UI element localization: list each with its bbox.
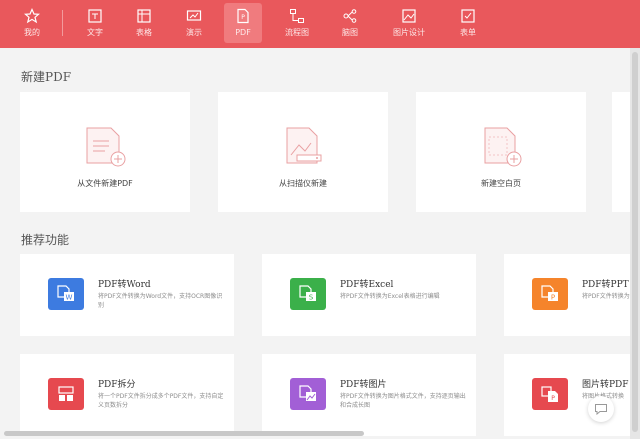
- mindmap-icon: [343, 9, 357, 23]
- section-title-recommend: 推荐功能: [21, 233, 70, 247]
- horizontal-scrollbar[interactable]: [0, 429, 630, 439]
- toolbar-label: 流程图: [285, 28, 309, 37]
- pdf-to-word-icon: W: [48, 278, 84, 310]
- horizontal-scrollbar-thumb[interactable]: [4, 431, 364, 436]
- star-icon: [24, 8, 40, 24]
- feature-title: PDF转Excel: [340, 280, 394, 290]
- pdf-split-icon: [48, 378, 84, 410]
- pdf-to-word-card[interactable]: W PDF转Word 将PDF文件转换为Word文件，支持OCR图像识别: [20, 254, 234, 336]
- toolbar-item-presentation[interactable]: 演示: [174, 3, 214, 43]
- new-card-partial[interactable]: [612, 92, 630, 212]
- toolbar-label: 我的: [24, 28, 40, 37]
- toolbar-item-writer[interactable]: 文字: [75, 3, 115, 43]
- toolbar-item-mine[interactable]: 我的: [12, 3, 52, 43]
- svg-text:S: S: [309, 294, 314, 302]
- feature-title: PDF转PPT: [582, 280, 629, 290]
- toolbar-item-image-design[interactable]: 图片设计: [389, 3, 429, 43]
- new-from-scanner-card[interactable]: 从扫描仪新建: [218, 92, 388, 212]
- scanner-icon: [286, 127, 322, 164]
- presentation-icon: [186, 10, 202, 21]
- feature-desc: 将PDF文件转换为: [582, 293, 630, 300]
- pdf-to-image-icon: [290, 378, 326, 410]
- toolbar-item-flowchart[interactable]: 流程图: [277, 3, 317, 43]
- feedback-chat-button[interactable]: [588, 396, 614, 422]
- feature-desc: 将PDF文件转换为Word文件，支持OCR图像识别: [98, 293, 223, 309]
- toolbar-divider: [62, 10, 63, 36]
- new-from-file-icon: [86, 127, 126, 167]
- new-card-label: 从扫描仪新建: [279, 179, 327, 188]
- feature-desc: 将PDF文件转换为图片格式文件，支持逐页输出和合成长图: [340, 393, 466, 409]
- new-card-label: 新建空白页: [481, 179, 521, 188]
- pdf-to-excel-icon: S: [290, 278, 326, 310]
- pdf-icon: P: [237, 8, 249, 24]
- top-toolbar: 我的 文字 表格 演示 P PDF 流程图 脑图 图片设计 表单: [0, 0, 640, 48]
- toolbar-item-mindmap[interactable]: 脑图: [330, 3, 370, 43]
- toolbar-item-spreadsheet[interactable]: 表格: [124, 3, 164, 43]
- toolbar-label: 脑图: [342, 28, 358, 37]
- toolbar-item-form[interactable]: 表单: [448, 3, 488, 43]
- feature-title: PDF拆分: [98, 380, 136, 390]
- image-design-icon: [402, 9, 416, 23]
- pdf-to-excel-card[interactable]: S PDF转Excel 将PDF文件转换为Excel表格进行编辑: [262, 254, 476, 336]
- new-from-file-card[interactable]: 从文件新建PDF: [20, 92, 190, 212]
- feature-title: PDF转Word: [98, 280, 151, 290]
- svg-text:P: P: [551, 294, 555, 302]
- section-title-new-pdf: 新建PDF: [21, 70, 72, 84]
- form-icon: [461, 9, 475, 23]
- new-card-label: 从文件新建PDF: [77, 179, 133, 188]
- toolbar-label: 文字: [87, 28, 103, 37]
- pdf-split-card[interactable]: PDF拆分 将一个PDF文件拆分成多个PDF文件，支持自定义页数拆分: [20, 354, 234, 436]
- svg-text:P: P: [551, 395, 555, 402]
- flowchart-icon: [290, 9, 304, 23]
- svg-text:P: P: [241, 14, 245, 21]
- svg-text:W: W: [66, 294, 73, 302]
- pdf-to-ppt-card[interactable]: P PDF转PPT 将PDF文件转换为: [504, 254, 630, 336]
- feature-desc: 将PDF文件转换为Excel表格进行编辑: [340, 293, 440, 300]
- toolbar-label: 表单: [460, 28, 476, 37]
- image-to-pdf-icon: P: [532, 378, 568, 410]
- feature-title: 图片转PDF: [582, 380, 629, 390]
- pdf-to-image-card[interactable]: PDF转图片 将PDF文件转换为图片格式文件，支持逐页输出和合成长图: [262, 354, 476, 436]
- new-blank-page-card[interactable]: 新建空白页: [416, 92, 586, 212]
- toolbar-label: PDF: [235, 28, 251, 37]
- spreadsheet-icon: [137, 9, 151, 23]
- toolbar-label: 表格: [136, 28, 152, 37]
- toolbar-label: 图片设计: [393, 28, 425, 37]
- image-to-pdf-card[interactable]: P 图片转PDF 将图片格式转换: [504, 354, 630, 436]
- feature-title: PDF转图片: [340, 380, 387, 390]
- main-content: 新建PDF 从文件新建PDF 从扫描仪新建 新建空白页 推荐功能 W PDF转W…: [0, 48, 630, 439]
- chat-bubble-icon: [595, 404, 607, 415]
- vertical-scrollbar[interactable]: [630, 48, 640, 439]
- writer-doc-icon: [88, 9, 102, 23]
- feature-desc: 将一个PDF文件拆分成多个PDF文件，支持自定义页数拆分: [98, 393, 224, 409]
- vertical-scrollbar-thumb[interactable]: [632, 52, 638, 432]
- pdf-to-ppt-icon: P: [532, 278, 568, 310]
- toolbar-item-pdf[interactable]: P PDF: [224, 3, 262, 43]
- toolbar-label: 演示: [186, 28, 202, 37]
- blank-page-icon: [484, 127, 522, 167]
